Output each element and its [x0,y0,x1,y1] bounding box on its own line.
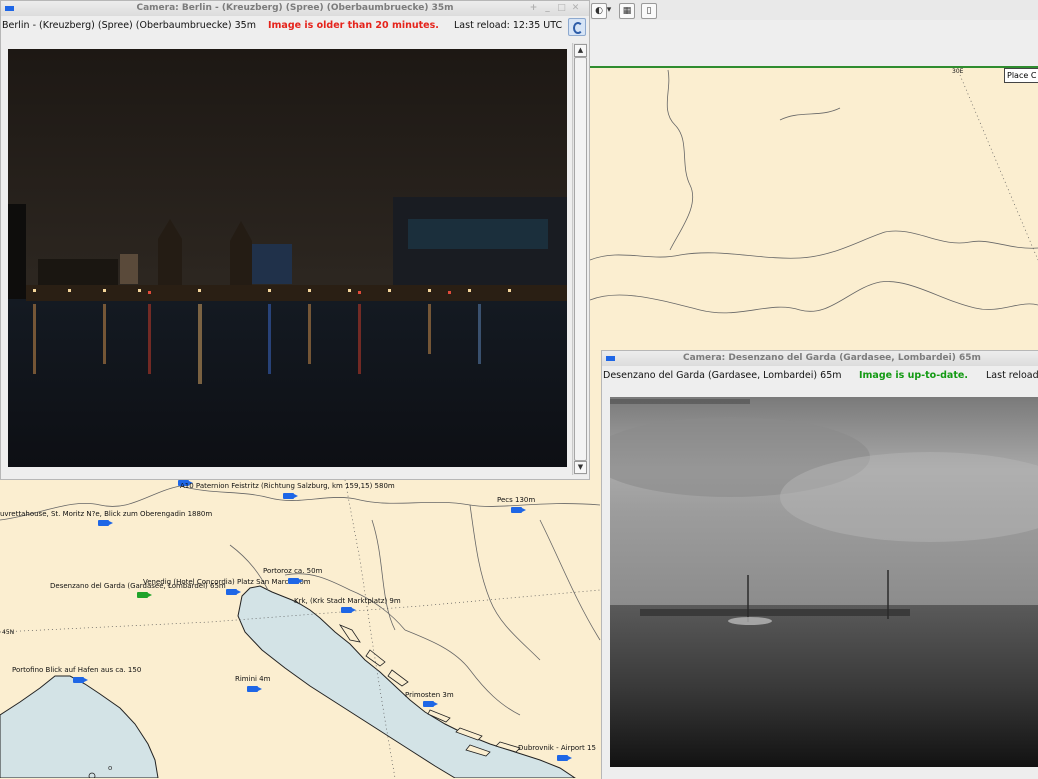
pin-icon[interactable]: + [528,3,539,14]
graticule-lon-label: 30E [952,68,964,75]
scroll-down-arrow[interactable]: ▼ [574,461,587,474]
reload-button[interactable] [568,18,586,36]
camera-marker-desenzano[interactable] [137,592,152,598]
camera-marker-st-moritz[interactable] [98,520,113,526]
camera-icon [5,6,14,11]
camera-label-portofino[interactable]: Portofino Blick auf Hafen aus ca. 150 [12,666,141,674]
window-title: Camera: Berlin - (Kreuzberg) (Spree) (Ob… [136,3,454,13]
camera-info-bar: Berlin - (Kreuzberg) (Spree) (Oberbaumbr… [1,16,589,36]
map-glyph: o [108,764,112,772]
window-titlebar[interactable]: Camera: Desenzano del Garda (Gardasee, L… [602,351,1038,366]
scroll-thumb[interactable] [574,57,587,461]
camera-marker-paternion-2[interactable] [283,493,298,499]
map-toolbar: ◐ ▾ ▦ ▯ [588,0,1038,20]
last-reload: Last reload [986,370,1038,381]
image-status: Image is up-to-date. [859,370,968,381]
camera-icon [606,356,615,361]
window-titlebar[interactable]: Camera: Berlin - (Kreuzberg) (Spree) (Ob… [1,1,589,16]
camera-window-berlin: Camera: Berlin - (Kreuzberg) (Spree) (Ob… [0,0,590,480]
camera-label-pecs[interactable]: Pecs 130m [497,496,535,504]
camera-marker-venedig[interactable] [226,589,241,595]
image-status: Image is older than 20 minutes. [268,20,439,31]
camera-marker-pecs[interactable] [511,507,526,513]
last-reload: Last reload: 12:35 UTC [454,20,563,31]
maximize-icon[interactable]: □ [556,3,567,14]
close-icon[interactable]: ✕ [570,3,581,14]
camera-image-desenzano [610,397,1038,767]
camera-label-st-moritz[interactable]: uvrettahouse, St. Moritz N?e, Blick zum … [0,510,212,518]
dropdown-chevron-icon[interactable]: ▾ [606,3,612,17]
camera-location: Desenzano del Garda (Gardasee, Lombardei… [603,370,842,381]
vertical-scrollbar[interactable]: ▲ ▼ [572,43,587,475]
minimize-icon[interactable]: _ [542,3,553,14]
camera-marker-primosten[interactable] [423,701,438,707]
camera-label-primosten[interactable]: Primosten 3m [405,691,454,699]
globe-icon[interactable]: ◐ [591,3,607,19]
window-title: Camera: Desenzano del Garda (Gardasee, L… [683,353,981,363]
camera-label-krk[interactable]: Krk, (Krk Stadt Marktplatz) 9m [294,597,401,605]
camera-marker-portoroz[interactable] [288,578,303,584]
camera-label-rimini[interactable]: Rimini 4m [235,675,270,683]
camera-marker-portofino[interactable] [73,677,88,683]
camera-marker-rimini[interactable] [247,686,262,692]
camera-location: Berlin - (Kreuzberg) (Spree) (Oberbaumbr… [2,20,256,31]
scroll-up-arrow[interactable]: ▲ [574,44,587,57]
camera-marker-dubrovnik[interactable] [557,755,572,761]
camera-info-bar: Desenzano del Garda (Gardasee, Lombardei… [602,366,1038,386]
camera-label-portoroz[interactable]: Portoroz ca. 50m [263,567,322,575]
map-header-area [588,20,1038,68]
camera-marker-krk[interactable] [341,607,356,613]
graticule-lat-label: 45N [2,629,14,636]
info-icon[interactable]: ▯ [641,3,657,19]
camera-label-venedig[interactable]: Venedig (Hotel Concordia) Platz San Marc… [143,578,311,586]
place-search-box[interactable]: Place C [1004,68,1038,83]
camera-label-dubrovnik[interactable]: Dubrovnik - Airport 15 [518,744,596,752]
camera-label-paternion[interactable]: A10 Paternion Feistritz (Richtung Salzbu… [180,482,395,490]
layers-icon[interactable]: ▦ [619,3,635,19]
camera-image-berlin [8,49,567,467]
camera-window-desenzano: Camera: Desenzano del Garda (Gardasee, L… [601,350,1038,779]
